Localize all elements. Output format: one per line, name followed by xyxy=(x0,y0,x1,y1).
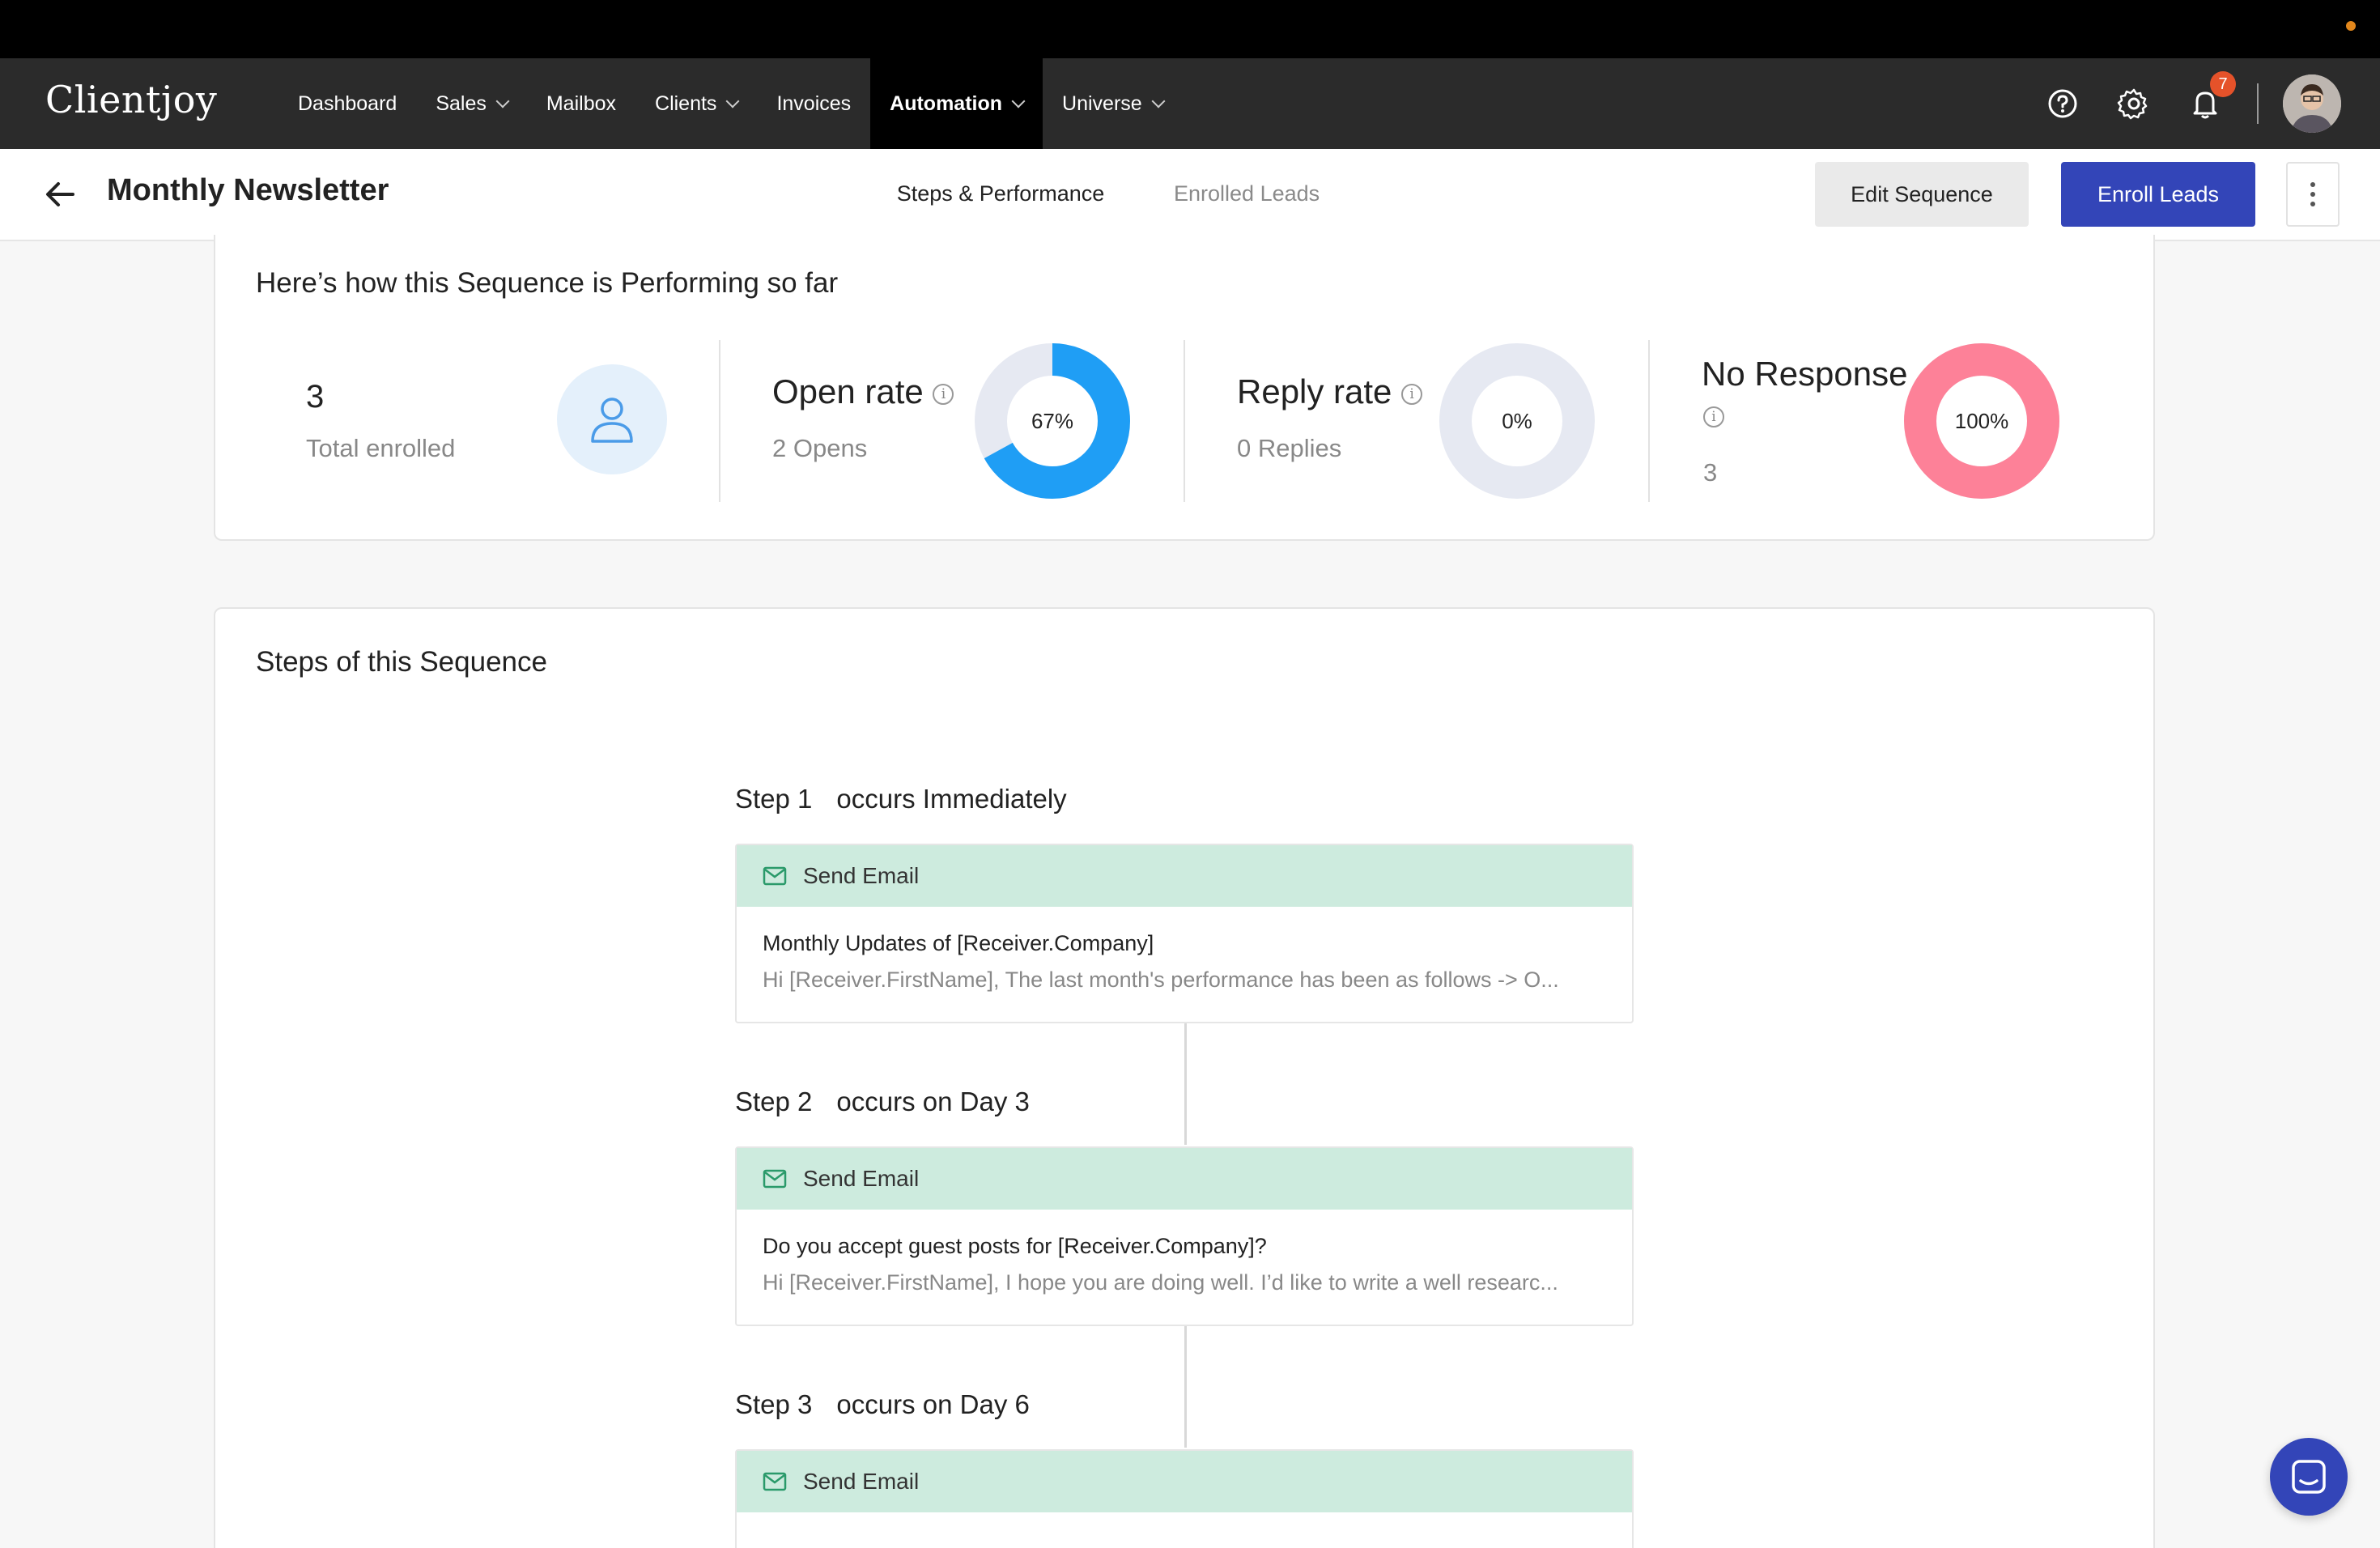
dot xyxy=(2310,192,2315,197)
recording-indicator-icon xyxy=(2346,21,2356,31)
enroll-leads-button[interactable]: Enroll Leads xyxy=(2061,162,2255,227)
step-1-heading: Step 1 occurs Immediately xyxy=(735,784,1067,814)
nav-dashboard[interactable]: Dashboard xyxy=(278,58,416,149)
open-rate-title: Open rate i xyxy=(772,372,954,411)
chevron-down-icon xyxy=(495,94,510,108)
no-response-sub: 3 xyxy=(1703,458,1718,487)
tab-enrolled-leads[interactable]: Enrolled Leads xyxy=(1174,181,1320,206)
mail-icon xyxy=(763,1169,787,1189)
stat-separator xyxy=(1184,340,1185,502)
chevron-down-icon xyxy=(725,94,740,108)
no-response-title: No Response xyxy=(1702,355,1908,393)
info-icon[interactable]: i xyxy=(1703,406,1724,427)
nav-invoices[interactable]: Invoices xyxy=(757,58,870,149)
tab-steps-performance[interactable]: Steps & Performance xyxy=(876,181,1125,206)
step-1-card[interactable]: Send Email Monthly Updates of [Receiver.… xyxy=(735,844,1634,1023)
user-icon xyxy=(591,398,633,443)
nav-automation[interactable]: Automation xyxy=(870,58,1043,149)
edit-sequence-button[interactable]: Edit Sequence xyxy=(1815,162,2029,227)
step-2-heading: Step 2 occurs on Day 3 xyxy=(735,1087,1030,1116)
notifications-button[interactable]: 7 xyxy=(2170,58,2241,149)
chat-launcher-button[interactable] xyxy=(2270,1438,2348,1516)
settings-button[interactable] xyxy=(2098,58,2170,149)
page-header: Monthly Newsletter Steps & Performance E… xyxy=(0,149,2380,241)
no-response-info[interactable]: i xyxy=(1703,406,1724,427)
mail-icon xyxy=(763,1472,787,1491)
dot xyxy=(2310,202,2315,206)
system-menu-bar xyxy=(0,0,2380,58)
page-title: Monthly Newsletter xyxy=(107,173,389,207)
step-connector xyxy=(1184,1326,1187,1448)
gear-icon xyxy=(2117,88,2148,120)
reply-rate-sub: 0 Replies xyxy=(1237,434,1342,462)
step-1-action: Send Email xyxy=(737,845,1632,907)
nav-universe[interactable]: Universe xyxy=(1043,58,1183,149)
step-2-subject: Do you accept guest posts for [Receiver.… xyxy=(763,1234,1267,1258)
step-1-subject: Monthly Updates of [Receiver.Company] xyxy=(763,931,1154,955)
stat-separator xyxy=(719,340,720,502)
enrolled-user-badge xyxy=(557,364,667,474)
step-3-card[interactable]: Send Email xyxy=(735,1449,1634,1548)
step-3-action: Send Email xyxy=(737,1451,1632,1512)
notification-badge: 7 xyxy=(2210,71,2236,97)
stat-separator xyxy=(1648,340,1650,502)
help-icon xyxy=(2048,89,2077,118)
step-connector xyxy=(1184,1023,1187,1145)
step-2-card[interactable]: Send Email Do you accept guest posts for… xyxy=(735,1146,1634,1326)
nav-sales[interactable]: Sales xyxy=(416,58,527,149)
nav-actions: 7 xyxy=(2027,58,2341,149)
open-rate-percent: 67% xyxy=(1031,408,1074,433)
dot xyxy=(2310,182,2315,187)
step-1-preview: Hi [Receiver.FirstName], The last month'… xyxy=(763,968,1559,992)
no-response-percent: 100% xyxy=(1954,408,2009,433)
chevron-down-icon xyxy=(1151,94,1166,108)
reply-rate-title: Reply rate i xyxy=(1237,372,1423,411)
open-rate-sub: 2 Opens xyxy=(772,434,868,462)
chevron-down-icon xyxy=(1011,94,1026,108)
total-enrolled-value: 3 xyxy=(306,379,325,415)
step-2-preview: Hi [Receiver.FirstName], I hope you are … xyxy=(763,1270,1558,1295)
mail-icon xyxy=(763,866,787,886)
nav-menu: Dashboard Sales Mailbox Clients Invoices… xyxy=(278,58,1183,149)
arrow-left-icon xyxy=(46,182,74,206)
clientjoy-logo[interactable]: Clientjoy xyxy=(45,78,217,121)
chat-icon xyxy=(2292,1460,2326,1494)
user-avatar[interactable] xyxy=(2283,74,2341,133)
avatar-icon xyxy=(2283,74,2341,133)
reply-rate-percent: 0% xyxy=(1502,408,1532,433)
performance-card: Here’s how this Sequence is Performing s… xyxy=(214,235,2155,541)
nav-mailbox[interactable]: Mailbox xyxy=(527,58,635,149)
steps-title: Steps of this Sequence xyxy=(256,646,547,678)
help-button[interactable] xyxy=(2027,58,2098,149)
nav-divider xyxy=(2257,83,2259,124)
total-enrolled-label: Total enrolled xyxy=(306,434,456,462)
performance-title: Here’s how this Sequence is Performing s… xyxy=(256,267,839,299)
step-2-action: Send Email xyxy=(737,1148,1632,1210)
more-options-button[interactable] xyxy=(2286,162,2340,227)
top-navigation: Clientjoy Dashboard Sales Mailbox Client… xyxy=(0,58,2380,149)
back-button[interactable] xyxy=(42,176,78,216)
nav-clients[interactable]: Clients xyxy=(635,58,757,149)
step-3-heading: Step 3 occurs on Day 6 xyxy=(735,1389,1030,1419)
info-icon[interactable]: i xyxy=(933,383,954,405)
info-icon[interactable]: i xyxy=(1401,383,1423,405)
